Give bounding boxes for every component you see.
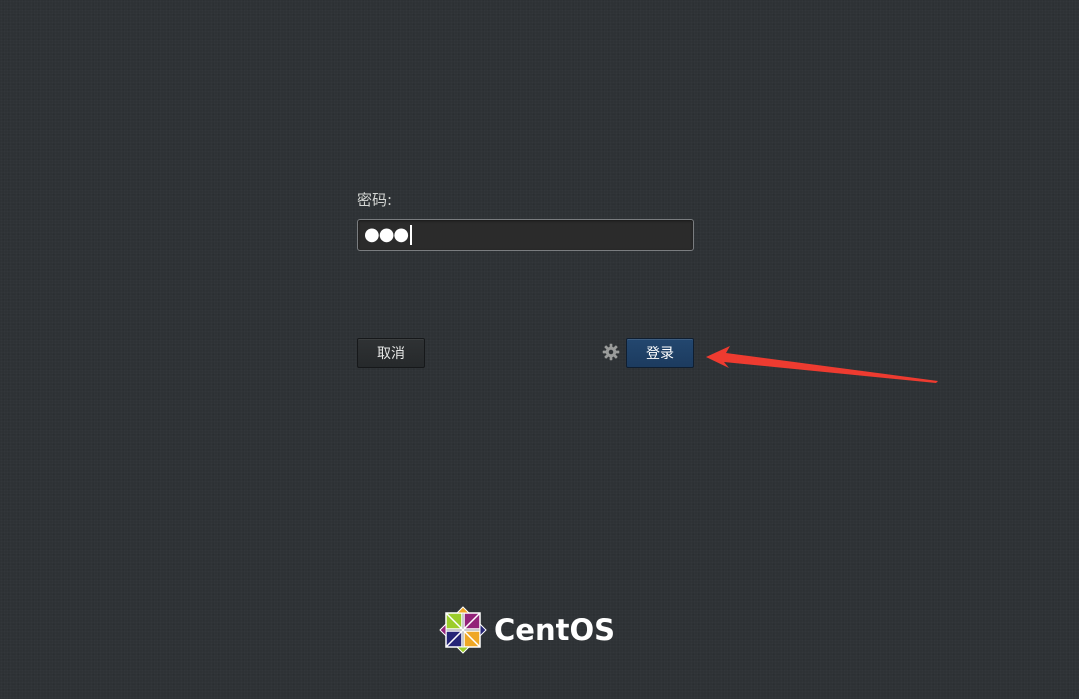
password-field[interactable]: ●●● — [357, 219, 694, 251]
red-arrow-icon — [706, 346, 938, 383]
login-button[interactable]: 登录 — [626, 338, 694, 368]
brand-name: CentOS — [494, 613, 615, 647]
centos-brand: CentOS — [439, 605, 615, 655]
login-panel: 密码: ●●● 取消 登录 — [357, 188, 694, 370]
cancel-button[interactable]: 取消 — [357, 338, 425, 368]
gear-icon[interactable] — [602, 343, 620, 361]
password-value: ●●● — [364, 224, 409, 245]
text-caret — [410, 225, 413, 245]
centos-logo-icon — [439, 606, 487, 654]
password-label: 密码: — [357, 191, 393, 209]
